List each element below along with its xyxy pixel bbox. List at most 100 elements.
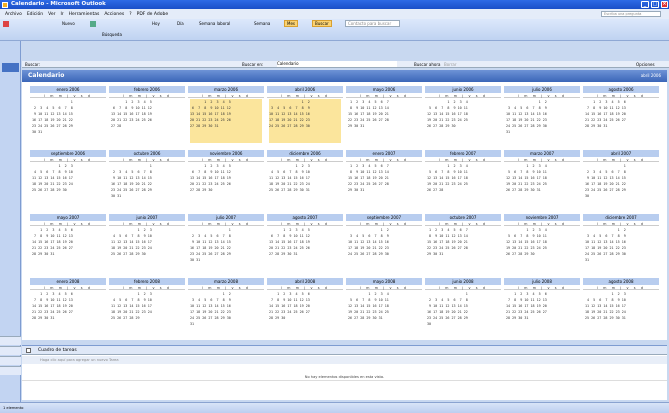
mini-month[interactable]: marzo 2006 l m m j v s d 1 2 3 4 5 6 7 8 … xyxy=(188,86,264,144)
search-in-select[interactable]: Calendario xyxy=(277,61,397,67)
clear-search-button[interactable]: Borrar xyxy=(444,61,457,68)
mini-month-days: 1 2 3 4 5 6 7 8 9 10 11 12 13 14 15 16 1… xyxy=(506,228,547,256)
mini-month[interactable]: enero 2008 l m m j v s d 1 2 3 4 5 6 7 8 … xyxy=(30,278,106,336)
mini-month-title: junio 2007 xyxy=(109,214,185,221)
mini-month[interactable]: junio 2008 l m m j v s d 1 2 3 4 5 6 7 8 … xyxy=(425,278,501,336)
calendar-header: Calendario abril 2006 xyxy=(22,70,667,82)
menu-item-4[interactable]: Herramientas xyxy=(69,12,100,17)
nav-contacts-button[interactable] xyxy=(0,356,21,365)
weekday-row: l m m j v s d xyxy=(188,158,264,162)
mini-month[interactable]: agosto 2007 l m m j v s d 1 2 3 4 5 6 7 8… xyxy=(267,214,343,272)
mini-month[interactable]: mayo 2008 l m m j v s d 1 2 3 4 5 6 7 8 9… xyxy=(346,278,422,336)
mini-month[interactable]: julio 2007 l m m j v s d 1 2 3 4 5 6 7 8 … xyxy=(188,214,264,272)
mini-month[interactable]: junio 2006 l m m j v s d 1 2 3 4 5 6 7 8 … xyxy=(425,86,501,144)
mini-month[interactable]: enero 2006 l m m j v s d 1 2 3 4 5 6 7 8 … xyxy=(30,86,106,144)
help-search-input[interactable]: Escriba una pregunta xyxy=(601,11,661,17)
search-toolbar-button[interactable]: Buscar xyxy=(312,20,332,27)
weekday-row: l m m j v s d xyxy=(109,158,185,162)
search-now-button[interactable]: Buscar ahora xyxy=(414,61,440,68)
mini-month-title: mayo 2007 xyxy=(30,214,106,221)
mini-month-days: 1 2 3 4 5 6 7 8 9 10 11 12 13 14 15 16 1… xyxy=(585,228,626,262)
menu-item-1[interactable]: Edición xyxy=(27,12,43,17)
new-icon[interactable] xyxy=(3,21,9,27)
week-view-button[interactable]: Semana xyxy=(252,20,272,27)
weekday-row: l m m j v s d xyxy=(30,222,106,226)
today-button[interactable]: Hoy xyxy=(150,20,162,27)
desktop-search-button[interactable]: Búsqueda xyxy=(100,31,124,38)
mini-month[interactable]: mayo 2007 l m m j v s d 1 2 3 4 5 6 7 8 9… xyxy=(30,214,106,272)
mini-month-days: 1 2 3 4 5 6 7 8 9 10 11 12 13 14 15 16 1… xyxy=(190,99,262,143)
nav-tasks-button[interactable] xyxy=(0,366,21,375)
mini-month-title: marzo 2007 xyxy=(504,150,580,157)
search-options-button[interactable]: Opciones xyxy=(636,61,655,68)
taskpad-header: Cuadro de tareas xyxy=(22,346,667,355)
new-button[interactable]: Nuevo xyxy=(60,20,77,27)
mini-month[interactable]: diciembre 2006 l m m j v s d 1 2 3 4 5 6 … xyxy=(267,150,343,208)
weekday-row: l m m j v s d xyxy=(109,222,185,226)
mini-month[interactable]: noviembre 2006 l m m j v s d 1 2 3 4 5 6 … xyxy=(188,150,264,208)
nav-mail-button[interactable] xyxy=(0,336,21,345)
minimize-button[interactable]: _ xyxy=(641,1,649,8)
taskpad-title: Cuadro de tareas xyxy=(38,348,77,353)
work-week-button[interactable]: Semana laboral xyxy=(197,20,232,27)
mini-month[interactable]: febrero 2007 l m m j v s d 1 2 3 4 5 6 7 … xyxy=(425,150,501,208)
day-view-button[interactable]: Día xyxy=(175,20,186,27)
mini-month-title: julio 2008 xyxy=(504,278,580,285)
mini-month[interactable]: febrero 2008 l m m j v s d 1 2 3 4 5 6 7 … xyxy=(109,278,185,336)
mini-month-title: marzo 2006 xyxy=(188,86,264,93)
mini-month-days: 1 2 3 4 5 6 7 8 9 10 11 12 13 14 15 16 1… xyxy=(427,292,468,326)
new-task-input[interactable]: Haga clic aquí para agregar un nuevo Tar… xyxy=(22,356,667,364)
mini-month[interactable]: octubre 2007 l m m j v s d 1 2 3 4 5 6 7 … xyxy=(425,214,501,272)
menu-item-7[interactable]: PDF de Adobe xyxy=(137,12,169,17)
mini-month-days: 1 2 3 4 5 6 7 8 9 10 11 12 13 14 15 16 1… xyxy=(427,164,468,192)
mini-month-days: 1 2 3 4 5 6 7 8 9 10 11 12 13 14 15 16 1… xyxy=(427,228,468,256)
menu-item-0[interactable]: Archivo xyxy=(5,12,22,17)
window-title: Calendario - Microsoft Outlook xyxy=(11,1,106,7)
mini-month[interactable]: septiembre 2006 l m m j v s d 1 2 3 4 5 6… xyxy=(30,150,106,208)
close-button[interactable]: × xyxy=(661,1,668,8)
mini-month[interactable]: julio 2006 l m m j v s d 1 2 3 4 5 6 7 8 … xyxy=(504,86,580,144)
mini-month[interactable]: agosto 2008 l m m j v s d 1 2 3 4 5 6 7 8… xyxy=(583,278,659,336)
menu-item-5[interactable]: Acciones xyxy=(104,12,124,17)
mini-month[interactable]: mayo 2006 l m m j v s d 1 2 3 4 5 6 7 8 9… xyxy=(346,86,422,144)
contact-search-input[interactable]: Contacto para buscar xyxy=(345,20,400,27)
mini-month[interactable]: marzo 2008 l m m j v s d 1 2 3 4 5 6 7 8 … xyxy=(188,278,264,336)
weekday-row: l m m j v s d xyxy=(188,222,264,226)
menu-item-2[interactable]: Ver xyxy=(48,12,55,17)
nav-collapse-button[interactable] xyxy=(2,63,19,72)
mini-month[interactable]: enero 2007 l m m j v s d 1 2 3 4 5 6 7 8 … xyxy=(346,150,422,208)
calendar-grid: enero 2006 l m m j v s d 1 2 3 4 5 6 7 8 … xyxy=(22,82,667,340)
month-view-button[interactable]: Mes xyxy=(284,20,298,27)
weekday-row: l m m j v s d xyxy=(504,222,580,226)
mini-month-days: 1 2 3 4 5 6 7 8 9 10 11 12 13 14 15 16 1… xyxy=(32,164,73,192)
search-bar: Buscar: Buscar en: Calendario Buscar aho… xyxy=(22,61,669,68)
nav-calendar-button[interactable] xyxy=(0,346,21,355)
mini-month[interactable]: junio 2007 l m m j v s d 1 2 3 4 5 6 7 8 … xyxy=(109,214,185,272)
mini-month[interactable]: julio 2008 l m m j v s d 1 2 3 4 5 6 7 8 … xyxy=(504,278,580,336)
mini-month[interactable]: febrero 2006 l m m j v s d 1 2 3 4 5 6 7 … xyxy=(109,86,185,144)
mini-month[interactable]: marzo 2007 l m m j v s d 1 2 3 4 5 6 7 8 … xyxy=(504,150,580,208)
mini-month[interactable]: diciembre 2007 l m m j v s d 1 2 3 4 5 6 … xyxy=(583,214,659,272)
weekday-row: l m m j v s d xyxy=(504,158,580,162)
checkbox-icon[interactable] xyxy=(26,348,31,353)
mini-month[interactable]: septiembre 2007 l m m j v s d 1 2 3 4 5 6… xyxy=(346,214,422,272)
mini-month-title: enero 2008 xyxy=(30,278,106,285)
weekday-row: l m m j v s d xyxy=(583,94,659,98)
mini-month-title: mayo 2008 xyxy=(346,278,422,285)
mini-month-days: 1 2 3 4 5 6 7 8 9 10 11 12 13 14 15 16 1… xyxy=(506,100,547,134)
mini-month[interactable]: abril 2008 l m m j v s d 1 2 3 4 5 6 7 8 … xyxy=(267,278,343,336)
mini-month[interactable]: abril 2006 l m m j v s d 1 2 3 4 5 6 7 8 … xyxy=(267,86,343,144)
weekday-row: l m m j v s d xyxy=(109,286,185,290)
menu-item-6[interactable]: ? xyxy=(129,12,131,17)
mini-month-days: 1 2 3 4 5 6 7 8 9 10 11 12 13 14 15 16 1… xyxy=(111,164,152,198)
weekday-row: l m m j v s d xyxy=(346,286,422,290)
mini-month[interactable]: noviembre 2007 l m m j v s d 1 2 3 4 5 6 … xyxy=(504,214,580,272)
mini-month[interactable]: abril 2007 l m m j v s d 1 2 3 4 5 6 7 8 … xyxy=(583,150,659,208)
mini-month-title: noviembre 2007 xyxy=(504,214,580,221)
print-icon[interactable] xyxy=(90,21,96,27)
mini-month[interactable]: agosto 2006 l m m j v s d 1 2 3 4 5 6 7 8… xyxy=(583,86,659,144)
navigation-pane xyxy=(0,41,21,403)
mini-month[interactable]: octubre 2006 l m m j v s d 1 2 3 4 5 6 7 … xyxy=(109,150,185,208)
menu-item-3[interactable]: Ir xyxy=(60,12,63,17)
maximize-button[interactable]: □ xyxy=(651,1,659,8)
